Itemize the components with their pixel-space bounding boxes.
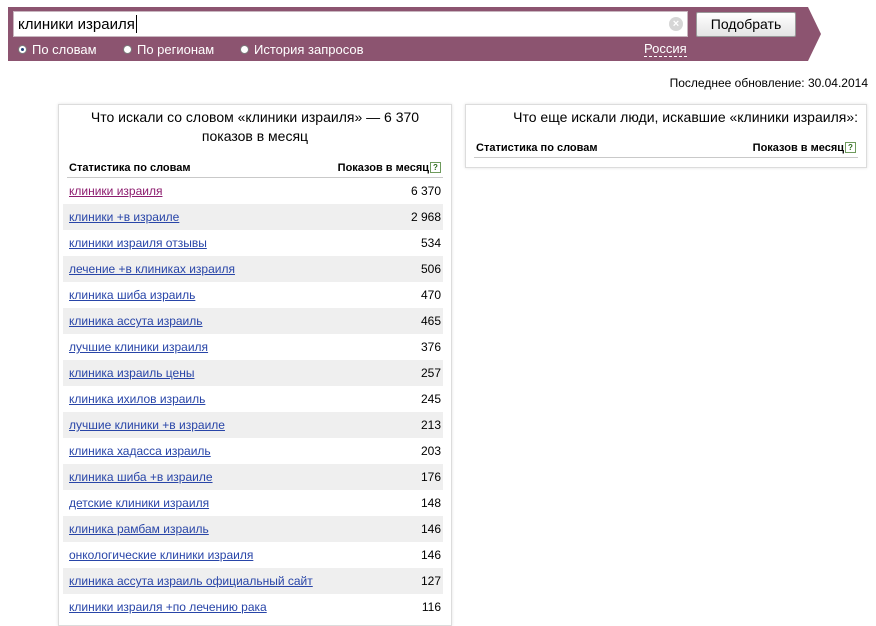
impressions-count: 146 <box>420 522 441 536</box>
mode-by-regions-label: По регионам <box>137 41 215 57</box>
keyword-link[interactable]: клиника ассута израиль <box>69 314 203 328</box>
radio-by-words[interactable] <box>18 44 27 54</box>
mode-by-regions[interactable]: По регионам <box>123 41 214 57</box>
table-row: онкологические клиники израиля 146 <box>63 542 443 568</box>
keyword-link[interactable]: клиника хадасса израиль <box>69 444 211 458</box>
keyword-link[interactable]: лучшие клиники +в израиле <box>69 418 225 432</box>
keyword-link[interactable]: лучшие клиники израиля <box>69 340 208 354</box>
impressions-count: 465 <box>420 314 441 328</box>
search-input[interactable]: клиники израиля × <box>13 11 688 37</box>
related-words-panel: Что искали со словом «клиники израиля» —… <box>58 104 452 626</box>
clear-icon[interactable]: × <box>669 17 683 31</box>
search-query-text: клиники израиля <box>18 16 135 33</box>
last-update-text: Последнее обновление: 30.04.2014 <box>669 76 868 90</box>
keyword-link[interactable]: клиники израиля +по лечению рака <box>69 600 267 614</box>
keyword-link[interactable]: детские клиники израиля <box>69 496 209 510</box>
keyword-link[interactable]: клиника израиль цены <box>69 366 194 380</box>
keyword-link[interactable]: клиника рамбам израиль <box>69 522 209 536</box>
right-col-phrase-header: Статистика по словам <box>476 142 598 154</box>
keyword-link[interactable]: клиника шиба израиль <box>69 288 195 302</box>
impressions-count: 213 <box>420 418 441 432</box>
keyword-link[interactable]: клиники +в израиле <box>69 210 179 224</box>
impressions-count: 6 370 <box>410 184 441 198</box>
keyword-link[interactable]: клиники израиля отзывы <box>69 236 207 250</box>
table-row: клиника ихилов израиль 245 <box>63 386 443 412</box>
impressions-count: 245 <box>420 392 441 406</box>
impressions-count: 376 <box>420 340 441 354</box>
table-row: клиники израиля 6 370 <box>63 178 443 204</box>
impressions-count: 146 <box>420 548 441 562</box>
table-row: клиника шиба израиль 470 <box>63 282 443 308</box>
impressions-count: 470 <box>420 288 441 302</box>
impressions-count: 127 <box>420 574 441 588</box>
region-selector[interactable]: Россия <box>644 41 687 57</box>
table-row: клиника ассута израиль 465 <box>63 308 443 334</box>
mode-by-words[interactable]: По словам <box>18 41 97 57</box>
mode-by-words-label: По словам <box>32 41 97 57</box>
table-row: лучшие клиники израиля 376 <box>63 334 443 360</box>
right-panel-title: Что еще искали люди, искавшие «клиники и… <box>513 109 858 125</box>
impressions-count: 2 968 <box>410 210 441 224</box>
keyword-link[interactable]: клиника шиба +в израиле <box>69 470 213 484</box>
help-icon[interactable]: ? <box>845 142 856 153</box>
impressions-count: 116 <box>421 600 441 614</box>
impressions-count: 203 <box>420 444 441 458</box>
table-row: клиники +в израиле 2 968 <box>63 204 443 230</box>
keyword-link[interactable]: клиника ихилов израиль <box>69 392 205 406</box>
search-band-arrow <box>808 7 821 61</box>
table-row: клиники израиля +по лечению рака 116 <box>63 594 443 620</box>
mode-query-history[interactable]: История запросов <box>240 41 364 57</box>
right-col-count-label: Показов в месяц <box>752 142 844 154</box>
impressions-count: 176 <box>420 470 441 484</box>
radio-by-regions[interactable] <box>123 44 132 54</box>
submit-button[interactable]: Подобрать <box>696 12 796 37</box>
left-col-count-label: Показов в месяц <box>337 162 429 174</box>
table-row: клиника рамбам израиль 146 <box>63 516 443 542</box>
table-row: детские клиники израиля 148 <box>63 490 443 516</box>
keyword-link[interactable]: лечение +в клиниках израиля <box>69 262 235 276</box>
table-row: клиники израиля отзывы 534 <box>63 230 443 256</box>
table-row: клиника ассута израиль официальный сайт 1… <box>63 568 443 594</box>
left-panel-title: Что искали со словом «клиники израиля» —… <box>90 109 420 144</box>
mode-query-history-label: История запросов <box>254 41 364 57</box>
radio-query-history[interactable] <box>240 44 249 54</box>
keyword-link[interactable]: клиники израиля <box>69 184 162 198</box>
table-row: клиника хадасса израиль 203 <box>63 438 443 464</box>
impressions-count: 257 <box>420 366 441 380</box>
left-col-phrase-header: Статистика по словам <box>69 162 191 174</box>
table-row: лечение +в клиниках израиля 506 <box>63 256 443 282</box>
header-divider <box>474 157 858 158</box>
keyword-link[interactable]: онкологические клиники израиля <box>69 548 253 562</box>
table-row: лучшие клиники +в израиле 213 <box>63 412 443 438</box>
impressions-count: 148 <box>420 496 441 510</box>
table-row: клиника шиба +в израиле 176 <box>63 464 443 490</box>
left-col-count-header: Показов в месяц? <box>338 162 441 174</box>
text-caret <box>135 15 137 33</box>
keyword-table: клиники израиля 6 370 клиники +в израиле 2 … <box>63 178 443 620</box>
also-searched-panel: Что еще искали люди, искавшие «клиники и… <box>465 104 867 168</box>
impressions-count: 534 <box>420 236 441 250</box>
impressions-count: 506 <box>420 262 441 276</box>
keyword-link[interactable]: клиника ассута израиль официальный сайт <box>69 574 313 588</box>
right-col-count-header: Показов в месяц? <box>753 142 856 154</box>
table-row: клиника израиль цены 257 <box>63 360 443 386</box>
help-icon[interactable]: ? <box>430 162 441 173</box>
